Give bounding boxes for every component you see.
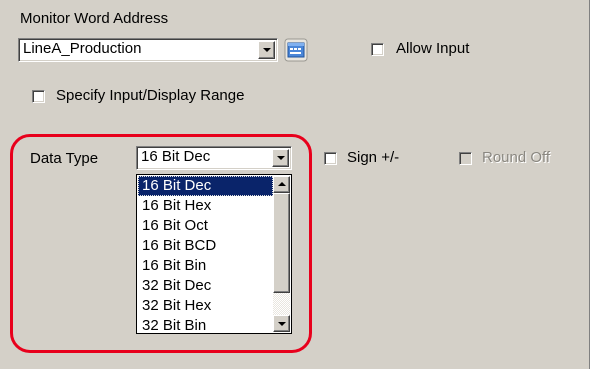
allow-input-checkbox[interactable]	[371, 43, 384, 56]
chevron-down-icon	[262, 48, 271, 52]
specify-range-label: Specify Input/Display Range	[56, 87, 245, 104]
monitor-word-address-dropdown-button[interactable]	[258, 41, 275, 59]
sign-checkbox[interactable]	[324, 152, 337, 165]
address-input-keyboard-icon	[284, 38, 308, 62]
data-type-highlight-outline	[10, 134, 312, 353]
monitor-word-address-combo[interactable]: LineA_Production	[18, 38, 278, 62]
monitor-word-address-value: LineA_Production	[23, 40, 142, 57]
round-off-checkbox[interactable]	[459, 152, 472, 165]
address-input-button[interactable]	[284, 38, 308, 62]
round-off-label: Round Off	[482, 149, 551, 166]
allow-input-label: Allow Input	[396, 40, 470, 57]
monitor-word-address-label: Monitor Word Address	[20, 10, 169, 27]
specify-range-checkbox[interactable]	[32, 90, 45, 103]
settings-panel: Monitor Word Address LineA_Production Al…	[0, 0, 590, 369]
sign-label: Sign +/-	[347, 149, 400, 166]
